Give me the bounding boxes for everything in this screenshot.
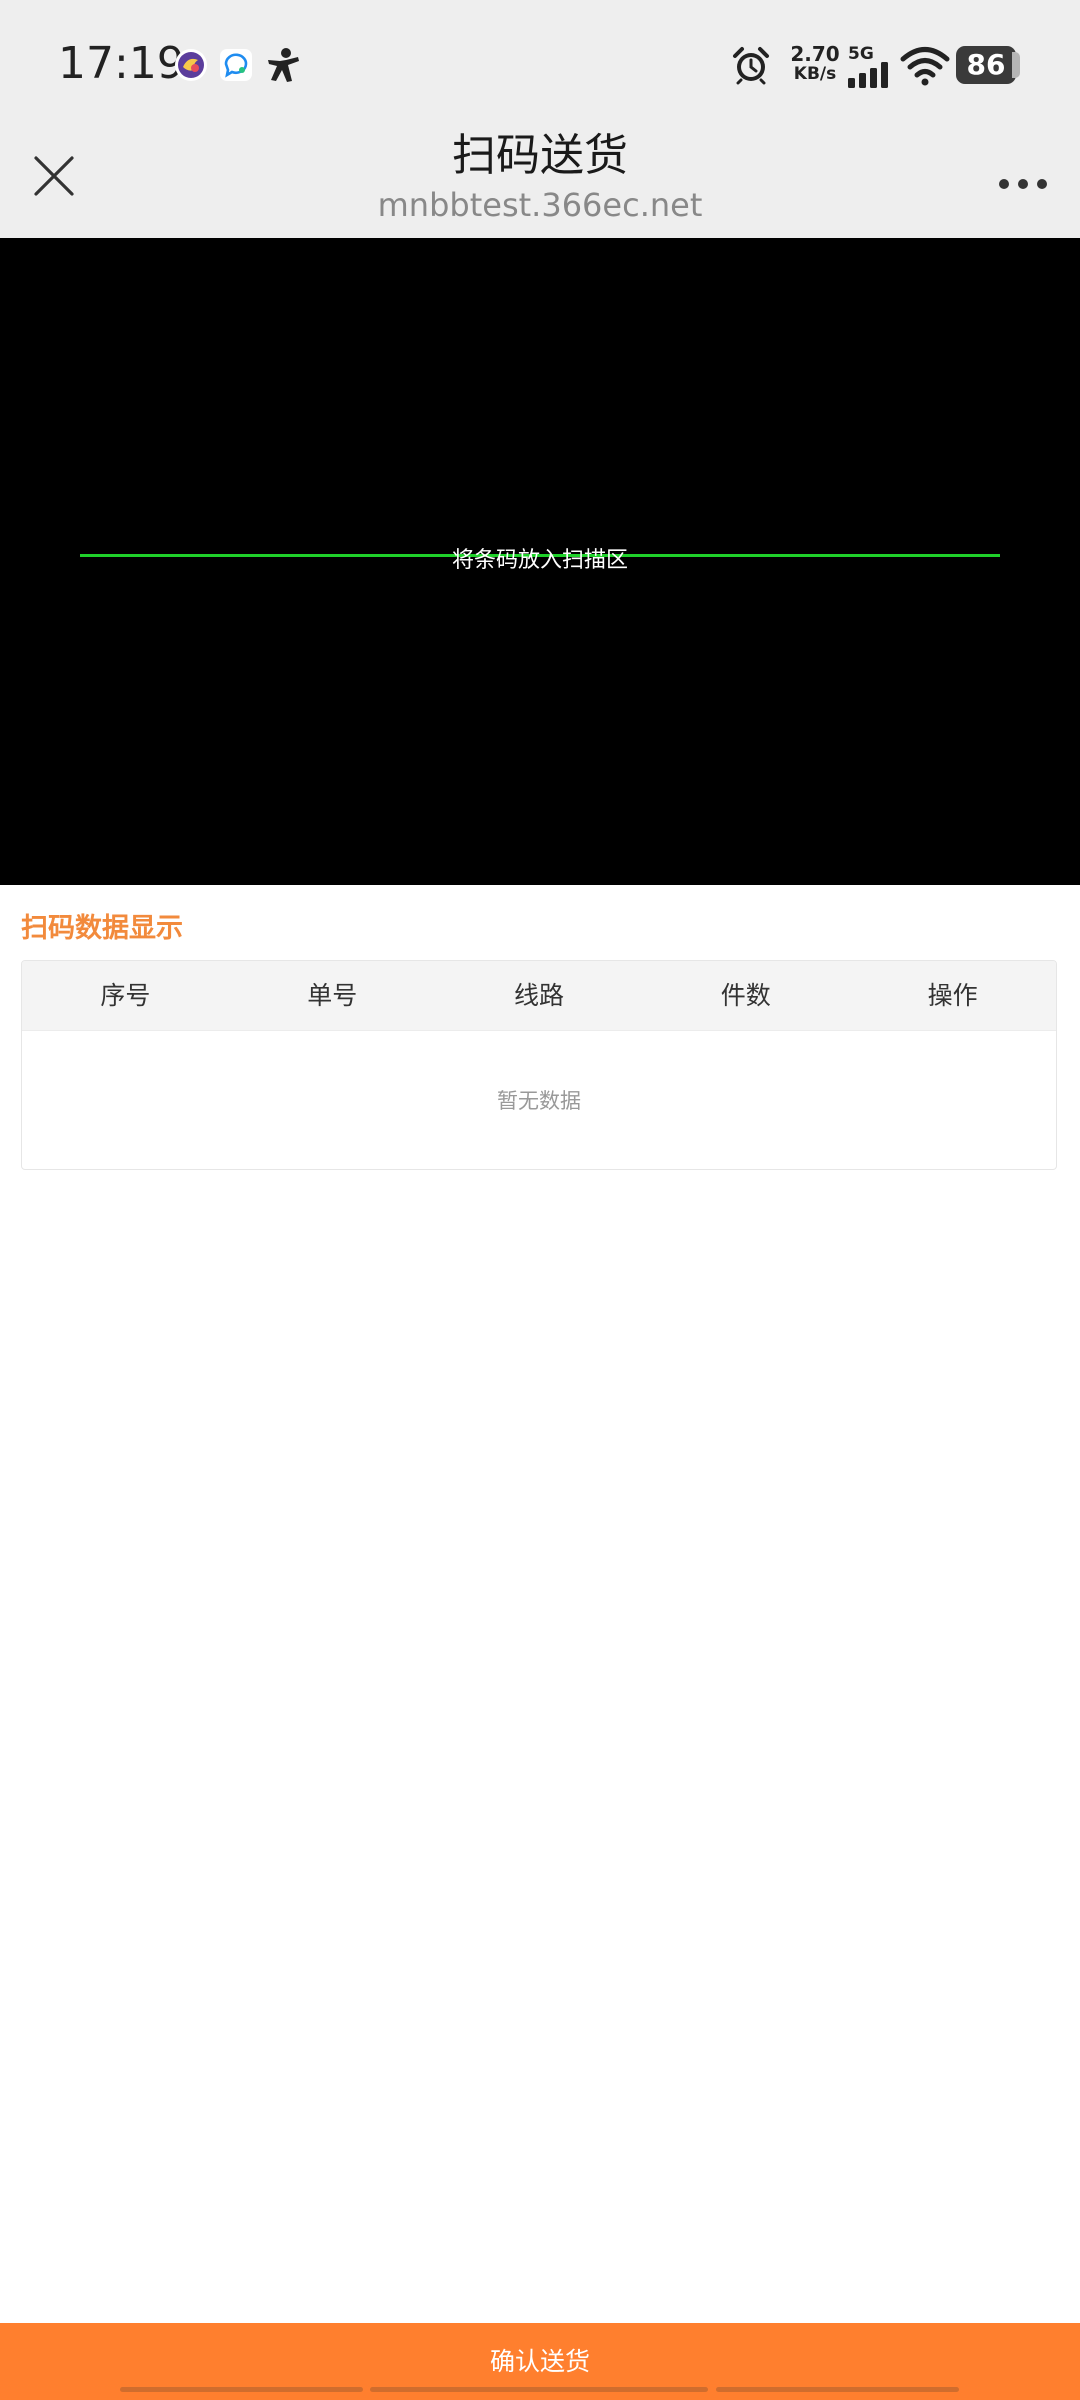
title-bar: 扫码送货 mnbbtest.366ec.net <box>0 134 1080 239</box>
column-header-index: 序号 <box>100 981 151 1010</box>
column-header-action: 操作 <box>927 981 978 1010</box>
network-speed-unit: KB/s <box>793 64 837 84</box>
bottom-bar-segment <box>716 2387 959 2392</box>
network-speed: 2.70 KB/s <box>786 44 844 84</box>
chat-bubble-app-icon <box>220 49 252 81</box>
column-header-quantity: 件数 <box>720 981 771 1010</box>
status-bar: 17:19 2.70 KB/s 5G 86 <box>0 0 1080 134</box>
cellular-signal: 5G <box>846 44 894 88</box>
signal-type-label: 5G <box>848 44 874 64</box>
bottom-bar-segment <box>120 2387 363 2392</box>
colorful-app-icon <box>175 49 207 81</box>
more-dots-icon <box>999 179 1047 189</box>
bottom-bar-segment <box>370 2387 708 2392</box>
battery-tip <box>1012 52 1020 78</box>
scan-hint-text: 将条码放入扫描区 <box>451 548 628 573</box>
page-title: 扫码送货 <box>452 130 628 181</box>
signal-bars-icon <box>848 62 888 88</box>
column-header-order-number: 单号 <box>307 981 358 1010</box>
scan-data-table: 序号 单号 线路 件数 操作 暂无数据 <box>21 960 1057 1170</box>
battery-indicator: 86 <box>956 46 1016 84</box>
empty-state-text: 暂无数据 <box>497 1089 581 1113</box>
page-url: mnbbtest.366ec.net <box>377 186 703 224</box>
more-options-button[interactable] <box>990 146 1056 206</box>
network-speed-value: 2.70 <box>790 42 840 66</box>
table-header: 序号 单号 线路 件数 操作 <box>22 961 1056 1031</box>
barcode-scanner-view[interactable]: 将条码放入扫描区 <box>0 238 1080 885</box>
alarm-clock-icon <box>733 47 769 85</box>
column-header-route: 线路 <box>513 981 564 1010</box>
section-title: 扫码数据显示 <box>21 913 183 944</box>
status-time: 17:19 <box>58 38 185 89</box>
person-app-icon <box>268 48 299 82</box>
wifi-icon <box>900 47 950 86</box>
